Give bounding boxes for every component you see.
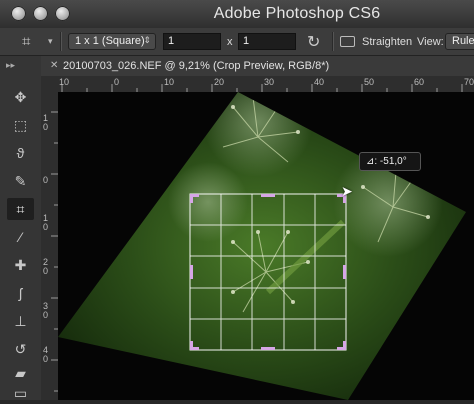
crop-preview: [58, 92, 466, 400]
horizontal-ruler[interactable]: 10 0 10 20 30 40 50 60 70: [58, 76, 474, 93]
ruler-label: 0: [114, 77, 120, 87]
window-title: Adobe Photoshop CS6: [213, 5, 381, 22]
document-canvas[interactable]: [58, 92, 474, 400]
ruler-label: 4 0: [43, 345, 49, 364]
straighten-icon[interactable]: [340, 36, 355, 47]
vertical-ruler[interactable]: 1 0 0 1 0 2 0 3 0 4 0: [41, 92, 59, 400]
straighten-button[interactable]: Straighten: [362, 36, 412, 48]
options-bar: ⌗ ▾ 1 x 1 (Square) ⇕ 1 x 1 ↻ Straighten …: [0, 28, 474, 56]
close-document-icon[interactable]: ✕: [50, 60, 58, 71]
angle-readout-tooltip: ⊿: -51,0°: [359, 152, 421, 171]
ruler-origin[interactable]: [41, 76, 59, 93]
rotate-cursor-icon: ➤: [341, 183, 353, 199]
divider: [332, 32, 334, 51]
crop-tool-icon[interactable]: ⌗: [7, 198, 34, 220]
ruler-label: 10: [59, 77, 70, 87]
marquee-tool-icon[interactable]: ⬚: [7, 114, 34, 136]
view-label: View:: [417, 36, 444, 48]
rotate-icon[interactable]: ↻: [307, 32, 320, 52]
document-tab[interactable]: ✕ 20100703_026.NEF @ 9,21% (Crop Preview…: [41, 56, 474, 77]
ruler-label: 1 0: [43, 213, 49, 232]
panel-collapse-icon[interactable]: ▸▸: [6, 60, 15, 71]
gradient-tool-icon[interactable]: ▭: [7, 382, 34, 404]
select-arrows-icon: ⇕: [143, 35, 151, 45]
ratio-x-label: x: [227, 36, 233, 48]
tools-panel: ▸▸ ✥ ⬚ ϑ ✎ ⌗ ⁄ ✚ ʃ ⊥ ↺ ▰ ▭: [0, 56, 42, 401]
clone-stamp-tool-icon[interactable]: ⊥: [7, 310, 34, 332]
ruler-label: 10: [164, 77, 175, 87]
title-bar: Adobe Photoshop CS6: [0, 0, 474, 29]
brush-tool-icon[interactable]: ʃ: [7, 282, 34, 304]
ruler-label: 40: [314, 77, 325, 87]
crop-tool-preset-icon[interactable]: ⌗: [22, 33, 30, 50]
document-tab-title: 20100703_026.NEF @ 9,21% (Crop Preview, …: [63, 60, 330, 72]
history-brush-tool-icon[interactable]: ↺: [7, 338, 34, 360]
ratio-preset-select[interactable]: 1 x 1 (Square) ⇕: [68, 33, 156, 50]
lasso-tool-icon[interactable]: ϑ: [7, 142, 34, 164]
ruler-label: 70: [464, 77, 474, 87]
ruler-label: 30: [264, 77, 275, 87]
ratio-preset-value: 1 x 1 (Square): [75, 35, 145, 47]
divider: [60, 32, 62, 51]
ruler-label: 20: [214, 77, 225, 87]
move-tool-icon[interactable]: ✥: [7, 86, 34, 108]
ruler-label: 1 0: [43, 113, 49, 132]
ratio-width-field[interactable]: 1: [163, 33, 221, 50]
ruler-label: 0: [43, 175, 49, 185]
ruler-label: 3 0: [43, 301, 49, 320]
eyedropper-tool-icon[interactable]: ⁄: [7, 226, 34, 248]
ruler-label: 50: [364, 77, 375, 87]
chevron-down-icon[interactable]: ▾: [48, 36, 53, 47]
view-overlay-select[interactable]: Rule: [445, 33, 474, 50]
ruler-label: 60: [414, 77, 425, 87]
quick-selection-tool-icon[interactable]: ✎: [7, 170, 34, 192]
eraser-tool-icon[interactable]: ▰: [7, 362, 34, 384]
ratio-height-field[interactable]: 1: [238, 33, 296, 50]
healing-brush-tool-icon[interactable]: ✚: [7, 254, 34, 276]
ruler-label: 2 0: [43, 257, 49, 276]
